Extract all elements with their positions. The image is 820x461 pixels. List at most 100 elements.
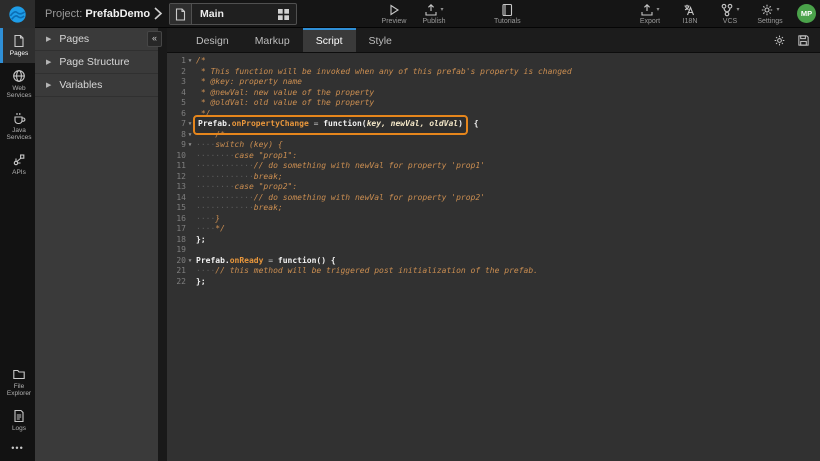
gear-icon bbox=[760, 3, 774, 17]
gear-icon bbox=[773, 34, 786, 47]
code-token: */ bbox=[215, 224, 225, 233]
breadcrumb-chevron-icon bbox=[151, 6, 165, 22]
code-text: ····*/ bbox=[194, 224, 820, 235]
topbar-action-label: Settings bbox=[757, 18, 782, 25]
fold-gutter bbox=[186, 214, 194, 225]
save-button[interactable] bbox=[797, 34, 810, 47]
code-text: ····switch (key) { bbox=[194, 140, 820, 151]
code-token: function( bbox=[323, 119, 366, 128]
topbar-action-vcs[interactable]: ▾VCS bbox=[717, 2, 743, 25]
line-number: 5 bbox=[167, 98, 186, 109]
page-selector-value: Main bbox=[192, 8, 277, 20]
code-token: * @key: property name bbox=[196, 77, 302, 86]
panel-section-pages[interactable]: ▶Pages bbox=[35, 28, 158, 51]
grid-icon[interactable] bbox=[277, 8, 290, 21]
code-token: case "prop1": bbox=[235, 151, 298, 160]
code-text: Prefab.onPropertyChange = function(key, … bbox=[194, 119, 820, 130]
fold-gutter bbox=[186, 98, 194, 109]
topbar-action-tutorials[interactable]: Tutorials bbox=[494, 2, 521, 25]
fold-gutter bbox=[186, 277, 194, 288]
line-number: 22 bbox=[167, 277, 186, 288]
line-number: 15 bbox=[167, 203, 186, 214]
code-token: ········ bbox=[196, 182, 235, 191]
avatar[interactable]: MP bbox=[797, 4, 816, 23]
tab-design[interactable]: Design bbox=[183, 28, 242, 52]
rail-item-apis[interactable]: APIs bbox=[0, 147, 35, 182]
line-number: 2 bbox=[167, 67, 186, 78]
topbar-action-export[interactable]: ▾ Export bbox=[637, 2, 663, 25]
line-number: 14 bbox=[167, 193, 186, 204]
rail-more-button[interactable]: ••• bbox=[0, 437, 35, 461]
rail-item-logs[interactable]: Logs bbox=[0, 403, 35, 438]
fold-caret-icon[interactable]: ▼ bbox=[186, 56, 194, 67]
topbar-action-label: Export bbox=[640, 18, 660, 25]
code-token: ···· bbox=[196, 140, 215, 149]
fold-gutter bbox=[186, 67, 194, 78]
line-number: 21 bbox=[167, 266, 186, 277]
folder-icon bbox=[12, 367, 26, 381]
rail-item-pages[interactable]: Pages bbox=[0, 28, 35, 63]
code-token: break; bbox=[254, 203, 283, 212]
code-line: 1▼/* bbox=[167, 56, 820, 67]
line-number: 8 bbox=[167, 130, 186, 141]
left-rail: PagesWeb ServicesJava ServicesAPIs File E… bbox=[0, 28, 35, 461]
topbar: Project: PrefabDemo Main Preview▾Publish… bbox=[0, 0, 820, 28]
tab-script[interactable]: Script bbox=[303, 28, 356, 52]
code-line: 22}; bbox=[167, 277, 820, 288]
topbar-action-preview[interactable]: Preview bbox=[381, 2, 407, 25]
topbar-action-settings[interactable]: ▾Settings bbox=[757, 2, 783, 25]
rail-item-java-services[interactable]: Java Services bbox=[0, 105, 35, 147]
topbar-action-icon-row bbox=[387, 2, 401, 17]
topbar-action-icon-row bbox=[500, 2, 514, 17]
code-text: * This function will be invoked when any… bbox=[194, 67, 820, 78]
line-number: 3 bbox=[167, 77, 186, 88]
tab-markup[interactable]: Markup bbox=[242, 28, 303, 52]
code-token: }; bbox=[196, 277, 206, 286]
rail-item-file-explorer[interactable]: File Explorer bbox=[0, 361, 35, 403]
panel-collapse-button[interactable]: « bbox=[147, 31, 162, 47]
tray-up-icon bbox=[424, 3, 438, 17]
line-number: 1 bbox=[167, 56, 186, 67]
code-text: ········case "prop2": bbox=[194, 182, 820, 193]
topbar-action-label: I18N bbox=[683, 18, 698, 25]
chevron-down-icon: ▾ bbox=[656, 7, 659, 13]
panel-splitter[interactable] bbox=[158, 28, 167, 461]
code-token: * @oldVal: old value of the property bbox=[196, 98, 374, 107]
rail-item-web-services[interactable]: Web Services bbox=[0, 63, 35, 105]
line-number: 6 bbox=[167, 109, 186, 120]
code-token: onReady bbox=[230, 256, 264, 265]
topbar-action-label: Publish bbox=[423, 18, 446, 25]
code-token: ···· bbox=[196, 266, 215, 275]
fold-gutter bbox=[186, 193, 194, 204]
code-line: 18}; bbox=[167, 235, 820, 246]
wavemaker-logo[interactable] bbox=[0, 0, 35, 28]
code-token: ············ bbox=[196, 193, 254, 202]
code-token: { bbox=[469, 119, 479, 128]
topbar-action-i18n[interactable]: I18N bbox=[677, 2, 703, 25]
fold-gutter bbox=[186, 161, 194, 172]
highlight-box: Prefab.onPropertyChange = function(key, … bbox=[193, 115, 468, 135]
fold-caret-icon[interactable]: ▼ bbox=[186, 140, 194, 151]
code-token: * This function will be invoked when any… bbox=[196, 67, 572, 76]
page-selector[interactable]: Main bbox=[169, 3, 297, 25]
code-text: ····// this method will be triggered pos… bbox=[194, 266, 820, 277]
fold-caret-icon[interactable]: ▼ bbox=[186, 256, 194, 267]
code-text: ············// do something with newVal … bbox=[194, 193, 820, 204]
code-token: // this method will be triggered post in… bbox=[215, 266, 538, 275]
line-number: 18 bbox=[167, 235, 186, 246]
line-number: 17 bbox=[167, 224, 186, 235]
tab-style[interactable]: Style bbox=[356, 28, 405, 52]
fold-gutter bbox=[186, 172, 194, 183]
topbar-action-publish[interactable]: ▾Publish bbox=[421, 2, 447, 25]
script-settings-button[interactable] bbox=[773, 34, 786, 47]
panel-section-variables[interactable]: ▶Variables bbox=[35, 74, 158, 97]
panel-section-page-structure[interactable]: ▶Page Structure bbox=[35, 51, 158, 74]
code-editor[interactable]: 1▼/*2 * This function will be invoked wh… bbox=[167, 53, 820, 461]
tabbar-tools bbox=[762, 28, 820, 52]
fold-gutter bbox=[186, 203, 194, 214]
project-label: Project: bbox=[45, 8, 82, 20]
code-token: key, newVal, oldVal bbox=[367, 119, 459, 128]
line-number: 12 bbox=[167, 172, 186, 183]
code-token: break; bbox=[254, 172, 283, 181]
code-line: 14 ············// do something with newVa… bbox=[167, 193, 820, 204]
